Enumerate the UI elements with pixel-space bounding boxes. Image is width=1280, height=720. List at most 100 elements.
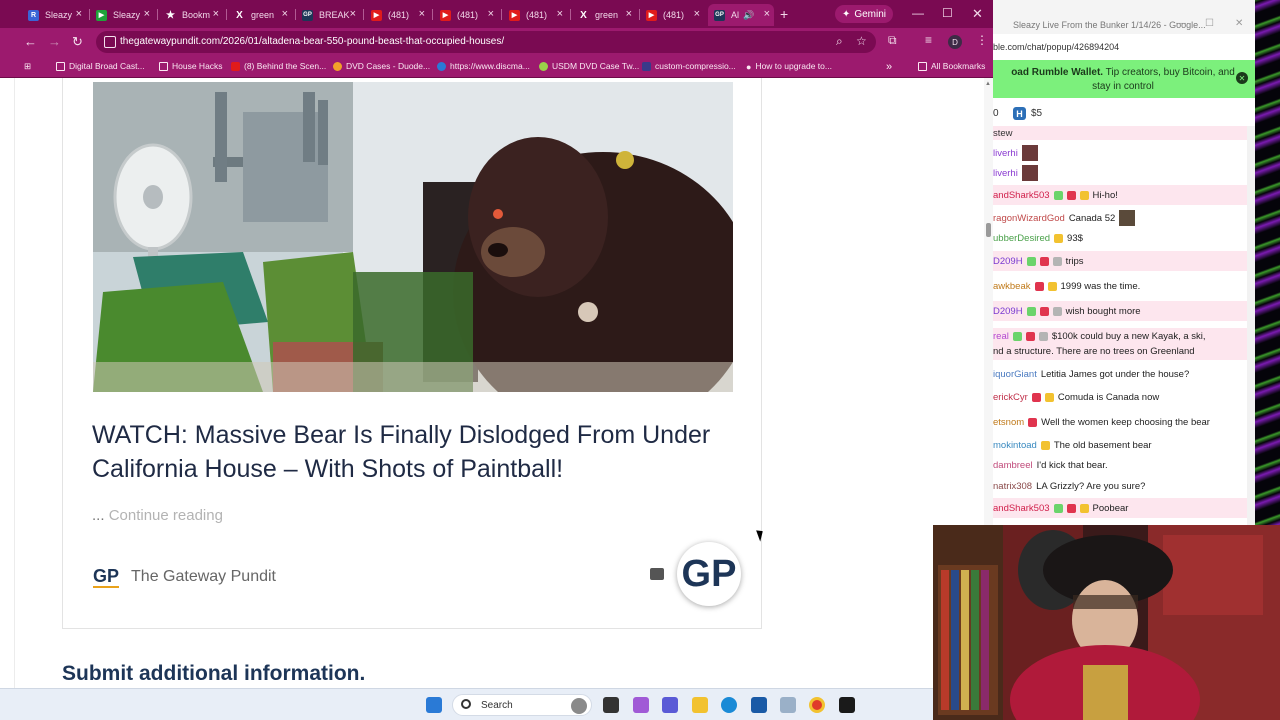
close-icon[interactable]: ×: [213, 8, 219, 20]
rant-badge-icon[interactable]: H: [1013, 107, 1026, 120]
bookmark-folder-2[interactable]: House Hacks: [159, 61, 223, 71]
task-view-icon[interactable]: [603, 697, 619, 713]
comment-icon[interactable]: [650, 568, 664, 580]
chat-username[interactable]: natrix308: [993, 481, 1032, 492]
all-bookmarks-button[interactable]: All Bookmarks: [918, 61, 985, 71]
maximize-button[interactable]: ☐: [1205, 18, 1214, 29]
chat-username[interactable]: mokintoad: [993, 440, 1037, 451]
settings-icon[interactable]: [780, 697, 796, 713]
chrome-icon[interactable]: [809, 697, 825, 713]
close-icon[interactable]: ×: [557, 8, 563, 20]
close-icon[interactable]: ×: [76, 8, 82, 20]
chat-username[interactable]: ragonWizardGod: [993, 213, 1065, 224]
windows-start-icon[interactable]: [426, 697, 442, 713]
chat-username[interactable]: stew: [993, 128, 1013, 139]
new-tab-button[interactable]: +: [780, 6, 788, 22]
tab-3[interactable]: ★ Bookm ×: [165, 4, 225, 26]
apps-grid-icon[interactable]: ⊞: [24, 61, 31, 72]
author-name[interactable]: The Gateway Pundit: [131, 568, 276, 586]
tab-10[interactable]: ▶ (481) ×: [646, 4, 706, 26]
wallet-promo-banner[interactable]: oad Rumble Wallet. Tip creators, buy Bit…: [993, 60, 1255, 98]
site-info-icon[interactable]: [104, 36, 116, 48]
bookmark-compression[interactable]: custom-compressio...: [642, 61, 736, 71]
close-icon[interactable]: ×: [144, 8, 150, 20]
store-icon[interactable]: [751, 697, 767, 713]
bookmark-star-icon[interactable]: ☆: [856, 34, 867, 48]
minimize-button[interactable]: —: [912, 6, 924, 20]
article-headline[interactable]: WATCH: Massive Bear Is Finally Dislodged…: [92, 418, 742, 486]
chat-username[interactable]: iquorGiant: [993, 369, 1037, 380]
scroll-thumb[interactable]: [986, 223, 991, 237]
chat-username[interactable]: real: [993, 329, 1009, 344]
app-icon[interactable]: [839, 697, 855, 713]
rumble-play-icon: ▶: [96, 9, 107, 21]
url-text[interactable]: thegatewaypundit.com/2026/01/altadena-be…: [120, 36, 504, 47]
close-icon[interactable]: ×: [694, 8, 700, 20]
bookmark-folder-1[interactable]: Digital Broad Cast...: [56, 61, 145, 71]
close-icon[interactable]: ×: [419, 8, 425, 20]
bookmark-upgrade[interactable]: ● How to upgrade to...: [746, 61, 832, 72]
chat-username[interactable]: andShark503: [993, 503, 1050, 514]
chat-username[interactable]: liverhi: [993, 148, 1018, 159]
address-bar[interactable]: thegatewaypundit.com/2026/01/altadena-be…: [96, 31, 876, 53]
tab-5[interactable]: GP BREAK ×: [302, 4, 362, 26]
tab-4[interactable]: X green ×: [234, 4, 294, 26]
bookmark-youtube[interactable]: (8) Behind the Scen...: [231, 61, 326, 71]
continue-reading-link[interactable]: Continue reading: [109, 507, 223, 524]
chat-message: liverhi: [993, 143, 1247, 163]
minimize-button[interactable]: —: [1176, 18, 1186, 29]
chat-username[interactable]: etsnom: [993, 417, 1024, 428]
tab-6[interactable]: ▶ (481) ×: [371, 4, 431, 26]
chat-username[interactable]: liverhi: [993, 168, 1018, 179]
chat-username[interactable]: ubberDesired: [993, 233, 1050, 244]
speaker-icon[interactable]: 🔊: [743, 10, 754, 21]
close-window-button[interactable]: ✕: [972, 6, 983, 22]
tab-1[interactable]: R Sleazy ×: [28, 4, 88, 26]
close-icon[interactable]: ×: [626, 8, 632, 20]
tab-8[interactable]: ▶ (481) ×: [509, 4, 569, 26]
close-window-button[interactable]: ✕: [1235, 18, 1243, 29]
article-image[interactable]: [93, 82, 733, 392]
globe-icon: [437, 61, 446, 71]
close-icon[interactable]: ×: [764, 8, 770, 20]
media-controls-icon[interactable]: ≡: [925, 33, 932, 47]
scroll-up-icon[interactable]: ▲: [985, 81, 991, 87]
more-bookmarks-button[interactable]: »: [886, 61, 892, 73]
close-icon[interactable]: ×: [488, 8, 494, 20]
teams-icon[interactable]: [662, 697, 678, 713]
bookmark-dvd-cases[interactable]: DVD Cases - Duode...: [333, 61, 430, 71]
screenshot-icon[interactable]: ⧉: [888, 33, 897, 48]
copilot-icon[interactable]: [633, 697, 649, 713]
tab-active[interactable]: GP Al 🔊 ×: [708, 4, 774, 26]
close-icon[interactable]: ×: [350, 8, 356, 20]
tab-7[interactable]: ▶ (481) ×: [440, 4, 500, 26]
forward-button[interactable]: →: [48, 34, 61, 49]
menu-icon[interactable]: ⋮: [976, 33, 988, 47]
chat-username[interactable]: dambreel: [993, 460, 1033, 471]
chat-username[interactable]: D209H: [993, 306, 1023, 317]
maximize-button[interactable]: ☐: [942, 6, 953, 20]
reload-button[interactable]: ↻: [72, 34, 83, 50]
author-row[interactable]: GP The Gateway Pundit: [93, 566, 276, 588]
chat-username[interactable]: erickCyr: [993, 392, 1028, 403]
chat-username[interactable]: awkbeak: [993, 281, 1031, 292]
continue-reading[interactable]: ... Continue reading: [92, 507, 223, 524]
chat-url[interactable]: ble.com/chat/popup/426894204: [993, 42, 1119, 52]
gp-floating-badge[interactable]: GP: [677, 542, 741, 606]
profile-avatar[interactable]: D: [948, 35, 962, 49]
bookmark-usdm[interactable]: USDM DVD Case Tw...: [539, 61, 639, 71]
zoom-icon[interactable]: ⌕: [836, 34, 843, 49]
taskbar-search[interactable]: Search: [452, 694, 592, 716]
back-button[interactable]: ←: [24, 34, 37, 49]
close-icon[interactable]: ×: [282, 8, 288, 20]
bookmark-discma[interactable]: https://www.discma...: [437, 61, 530, 71]
gemini-button[interactable]: ✦ Gemini: [835, 5, 893, 23]
close-icon[interactable]: ✕: [1236, 72, 1248, 84]
tab-2[interactable]: ▶ Sleazy ×: [96, 4, 156, 26]
tab-9[interactable]: X green ×: [578, 4, 638, 26]
edge-icon[interactable]: [721, 697, 737, 713]
chat-username[interactable]: D209H: [993, 256, 1023, 267]
file-explorer-icon[interactable]: [692, 697, 708, 713]
chat-scrollbar[interactable]: [1247, 126, 1255, 525]
chat-username[interactable]: andShark503: [993, 190, 1050, 201]
